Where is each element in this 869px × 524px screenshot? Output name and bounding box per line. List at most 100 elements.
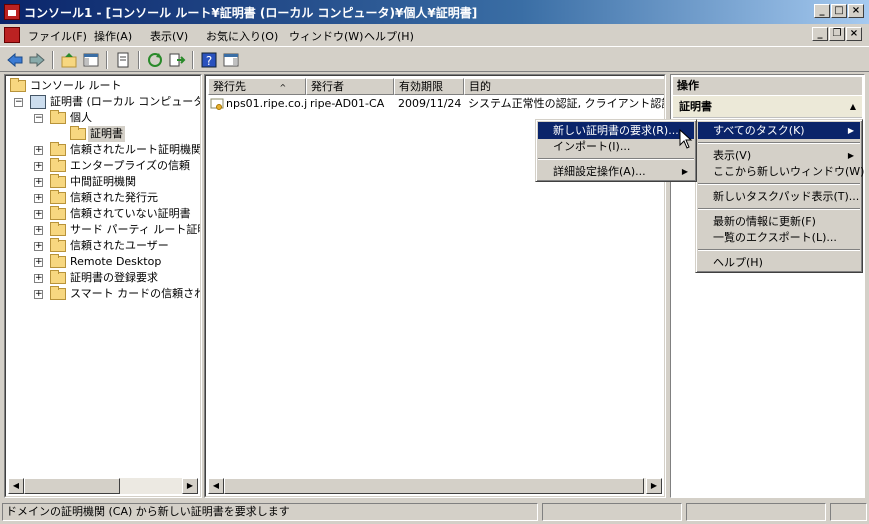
show-hide-tree-icon[interactable] — [82, 51, 100, 69]
toolbar-separator — [138, 51, 140, 69]
expand-icon[interactable]: + — [34, 194, 43, 203]
close-button[interactable]: × — [848, 4, 864, 18]
window-title: コンソール1 - [コンソール ルート¥証明書 (ローカル コンピュータ)¥個人… — [24, 6, 478, 20]
folder-icon — [50, 174, 66, 188]
column-header-issued-by[interactable]: 発行者 — [306, 78, 394, 95]
export-list-icon[interactable] — [168, 51, 186, 69]
menu-item-export-list[interactable]: 一覧のエクスポート(L)... — [698, 229, 860, 246]
tree-item-label: コンソール ルート — [30, 79, 122, 92]
mdi-close-button[interactable]: × — [846, 27, 862, 41]
folder-icon — [10, 78, 26, 92]
scroll-right-button[interactable]: ▶ — [182, 478, 198, 494]
folder-icon — [50, 286, 66, 300]
tree-item-label: スマート カードの信頼された — [70, 287, 200, 300]
expand-icon[interactable]: + — [34, 146, 43, 155]
mdi-restore-button[interactable]: ❐ — [829, 27, 845, 41]
refresh-icon[interactable] — [146, 51, 164, 69]
collapse-caret-icon[interactable]: ▲ — [850, 96, 856, 118]
folder-open-icon — [50, 110, 66, 124]
tree-item-label: エンタープライズの信頼 — [70, 159, 191, 172]
expand-icon[interactable]: + — [34, 162, 43, 171]
menu-item-advanced-operations[interactable]: 詳細設定操作(A)... ▶ — [538, 163, 694, 180]
menu-window[interactable]: ウィンドウ(W) — [289, 28, 363, 44]
status-bar: ドメインの証明機関 (CA) から新しい証明書を要求します — [0, 501, 869, 524]
tree-item-label: 個人 — [70, 111, 92, 124]
expand-icon[interactable]: + — [34, 226, 43, 235]
menu-separator — [698, 249, 860, 251]
menu-action[interactable]: 操作(A) — [94, 28, 132, 44]
menu-item-refresh[interactable]: 最新の情報に更新(F) — [698, 213, 860, 230]
document-icon[interactable] — [4, 27, 20, 43]
folder-icon — [50, 238, 66, 252]
expand-icon[interactable]: + — [34, 242, 43, 251]
actions-section-certificates[interactable]: 証明書 ▲ — [673, 96, 862, 118]
collapse-icon[interactable]: − — [14, 98, 23, 107]
column-header-expiration[interactable]: 有効期限 — [394, 78, 464, 95]
toolbar-separator — [52, 51, 54, 69]
menu-view[interactable]: 表示(V) — [150, 28, 188, 44]
menu-item-new-taskpad[interactable]: 新しいタスクパッド表示(T)... — [698, 188, 860, 205]
mouse-pointer-icon — [679, 129, 693, 149]
menu-file[interactable]: ファイル(F) — [28, 28, 87, 44]
list-horizontal-scrollbar[interactable]: ◀ ▶ — [208, 478, 662, 494]
mdi-minimize-button[interactable]: _ — [812, 27, 828, 41]
scroll-left-button[interactable]: ◀ — [8, 478, 24, 494]
menu-help[interactable]: ヘルプ(H) — [364, 28, 414, 44]
menu-item-new-window[interactable]: ここから新しいウィンドウ(W) — [698, 163, 864, 180]
copy-icon[interactable] — [114, 51, 132, 69]
folder-icon — [50, 270, 66, 284]
folder-icon — [50, 222, 66, 236]
tree-item-label: 信頼されていない証明書 — [70, 207, 191, 220]
column-header-purpose[interactable]: 目的 — [464, 78, 664, 95]
certificate-store-icon — [30, 95, 46, 109]
collapse-icon[interactable]: − — [34, 114, 43, 123]
show-hide-action-pane-icon[interactable] — [222, 51, 240, 69]
expand-icon[interactable]: + — [34, 178, 43, 187]
menu-item-request-new-certificate[interactable]: 新しい証明書の要求(R)... — [538, 122, 694, 139]
tree-item-label: 証明書 (ローカル コンピュータ) — [50, 95, 201, 108]
folder-icon — [50, 142, 66, 156]
scroll-thumb[interactable] — [224, 478, 644, 494]
scroll-right-button[interactable]: ▶ — [646, 478, 662, 494]
cell-issued-to: nps01.ripe.co.jp — [226, 97, 308, 110]
scroll-left-button[interactable]: ◀ — [208, 478, 224, 494]
title-bar: コンソール1 - [コンソール ルート¥証明書 (ローカル コンピュータ)¥個人… — [0, 0, 869, 24]
menu-favorites[interactable]: お気に入り(O) — [206, 28, 278, 44]
folder-icon — [50, 158, 66, 172]
expand-icon[interactable]: + — [34, 274, 43, 283]
scroll-thumb[interactable] — [24, 478, 120, 494]
tree-horizontal-scrollbar[interactable]: ◀ ▶ — [8, 478, 198, 494]
tree-item-label: 信頼された発行元 — [70, 191, 158, 204]
expand-icon[interactable]: + — [34, 210, 43, 219]
actions-section-label: 証明書 — [679, 100, 712, 113]
menu-separator — [698, 208, 860, 210]
menu-separator — [698, 183, 860, 185]
expand-icon[interactable]: + — [34, 258, 43, 267]
tree-item-label: 信頼されたユーザー — [70, 239, 169, 252]
help-icon[interactable]: ? — [200, 51, 218, 69]
tree-item-label: サード パーティ ルート証明機 — [70, 223, 200, 236]
actions-header: 操作 — [673, 77, 862, 95]
cell-purpose: システム正常性の認証, クライアント認証 — [468, 97, 664, 110]
submenu-arrow-icon: ▶ — [847, 151, 854, 160]
up-folder-icon[interactable] — [60, 51, 78, 69]
menu-item-help[interactable]: ヘルプ(H) — [698, 254, 860, 271]
status-panel-2 — [542, 503, 682, 521]
maximize-button[interactable]: □ — [831, 4, 847, 18]
svg-text:?: ? — [206, 54, 212, 68]
actions-context-menu: すべてのタスク(K) ▶ 表示(V) ▶ ここから新しいウィンドウ(W) 新しい… — [695, 119, 864, 273]
back-icon[interactable] — [6, 51, 24, 69]
minimize-button[interactable]: _ — [814, 4, 830, 18]
menu-item-view[interactable]: 表示(V) ▶ — [698, 147, 860, 164]
mmc-app-icon[interactable] — [4, 4, 20, 20]
column-header-issued-to[interactable]: 発行先 ^ — [208, 78, 306, 95]
status-panel-3 — [686, 503, 826, 521]
expand-icon[interactable]: + — [34, 290, 43, 299]
folder-icon — [50, 206, 66, 220]
menu-item-all-tasks[interactable]: すべてのタスク(K) ▶ — [698, 122, 860, 139]
toolbar-separator — [106, 51, 108, 69]
tree-item-label: 中間証明機関 — [70, 175, 136, 188]
certificate-icon — [210, 98, 224, 110]
menu-item-import[interactable]: インポート(I)... — [538, 138, 694, 155]
forward-icon[interactable] — [28, 51, 46, 69]
